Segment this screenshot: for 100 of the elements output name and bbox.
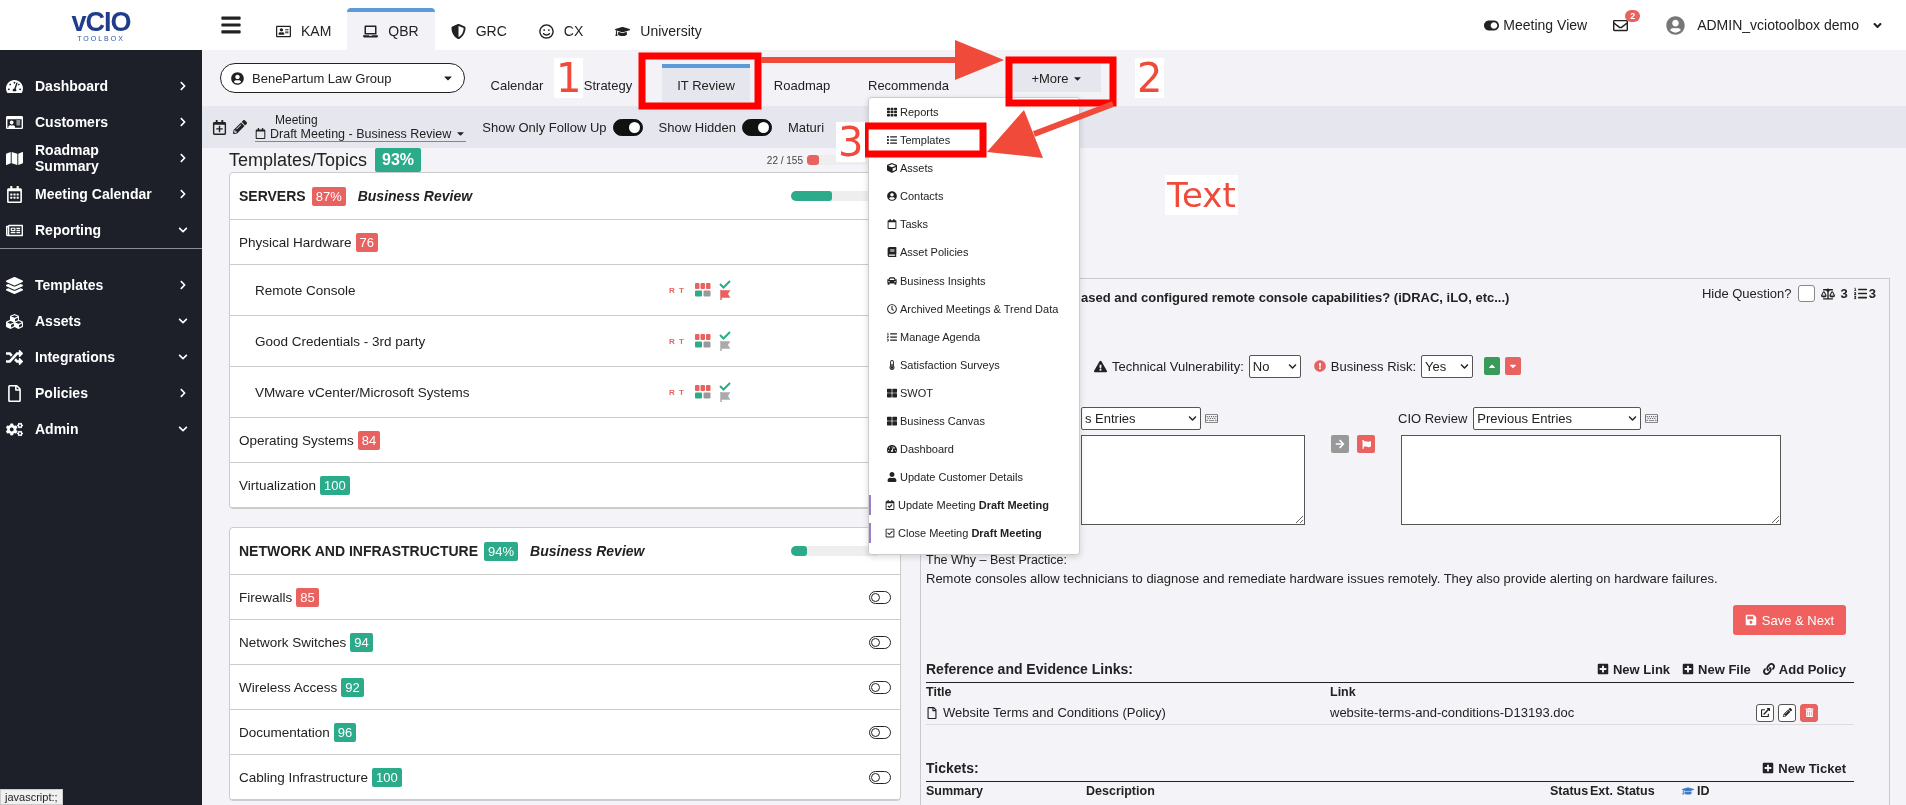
progress-count: 22 / 155	[766, 154, 803, 166]
smiley-icon	[538, 23, 554, 39]
mail-icon[interactable]	[1613, 17, 1629, 33]
risk-select[interactable]: Yes	[1421, 354, 1473, 378]
menu-item[interactable]: Assets	[869, 158, 937, 179]
toggle-switch[interactable]	[869, 680, 891, 694]
up-button[interactable]	[1484, 357, 1500, 375]
chevron-icon	[1287, 361, 1297, 371]
file-icon	[926, 706, 938, 719]
section-title: Tickets:	[926, 760, 979, 776]
edit-button[interactable]	[1778, 703, 1796, 722]
add-link[interactable]: New File	[1682, 661, 1751, 677]
entries-select[interactable]: s Entries	[1081, 406, 1201, 430]
menu-item[interactable]: Templates	[869, 130, 955, 151]
section-title: Reference and Evidence Links:	[926, 661, 1133, 677]
toggle-switch[interactable]	[869, 770, 891, 784]
checkbox-icon	[885, 528, 895, 539]
notes-field[interactable]	[1081, 435, 1305, 525]
menu-item[interactable]: Contacts	[869, 186, 948, 207]
status-bar: javascript:;	[0, 789, 63, 805]
sidebar-item[interactable]: Assets	[0, 303, 202, 339]
keyboard-icon[interactable]	[1205, 411, 1218, 425]
arrow-icon	[1335, 439, 1345, 449]
clock-icon	[887, 303, 897, 314]
toggle-switch[interactable]	[869, 725, 891, 739]
gauge-icon	[887, 444, 897, 455]
topic-row[interactable]: Documentation 96	[230, 710, 900, 755]
copy-arrow-button[interactable]	[1331, 435, 1349, 453]
keyboard-icon[interactable]	[1645, 411, 1659, 425]
hide-checkbox[interactable]	[1797, 285, 1815, 302]
calendar-check-icon	[885, 500, 895, 511]
cio-review-field[interactable]	[1401, 435, 1781, 525]
add-link[interactable]: New Link	[1597, 661, 1671, 677]
link-icon	[1762, 663, 1775, 675]
list-icon	[887, 331, 897, 342]
toggle-switch[interactable]	[612, 118, 643, 136]
id-card-icon	[276, 23, 291, 39]
sidebar-item[interactable]: Customers	[0, 104, 202, 140]
sidebar-item[interactable]: Templates	[0, 267, 202, 303]
score-badge: 87%	[311, 186, 346, 206]
module-tab[interactable]: QBR	[347, 8, 435, 50]
sidebar-item[interactable]: Reporting	[0, 212, 202, 248]
toggle-switch[interactable]	[741, 118, 772, 136]
topic-row[interactable]: Network Switches 94	[230, 620, 900, 665]
flag-button[interactable]	[1357, 435, 1375, 453]
topic-name: Virtualization	[239, 477, 317, 493]
column-header: Link	[1330, 685, 1357, 699]
notification-badge: 2	[1625, 9, 1641, 22]
module-tab[interactable]: CX	[522, 8, 600, 50]
section-tab[interactable]: Roadmap	[767, 64, 837, 102]
sidebar-item[interactable]: Admin	[0, 411, 202, 447]
save-icon	[1744, 614, 1757, 626]
topic-row[interactable]: Wireless Access 92	[230, 665, 900, 710]
module-tab[interactable]: University	[599, 8, 718, 50]
sidebar-item[interactable]: Roadmap Summary	[0, 140, 202, 176]
calendar-icon	[6, 185, 23, 203]
why-label: The Why – Best Practice:	[926, 553, 1068, 567]
user-name[interactable]: ADMIN_vciotoolbox demo	[1697, 17, 1859, 33]
menu-item[interactable]: Update Meeting Draft Meeting	[869, 495, 1053, 516]
avatar-icon[interactable]	[1666, 15, 1686, 35]
shield-icon	[450, 23, 466, 39]
layers-icon	[6, 276, 23, 294]
toggle-switch[interactable]	[869, 590, 891, 604]
sidebar-item[interactable]: Meeting Calendar	[0, 176, 202, 212]
down-button[interactable]	[1505, 357, 1521, 375]
toggle-switch[interactable]	[869, 635, 891, 649]
meeting-view-link[interactable]: Meeting View	[1503, 17, 1588, 33]
car-icon	[887, 275, 897, 286]
question-title: ased and configured remote console capabilities? (iDRAC, iLO, etc...)	[1081, 290, 1510, 305]
column-header: Summary	[926, 784, 984, 798]
calendar-add-icon[interactable]	[212, 119, 227, 135]
sidebar-item[interactable]: Dashboard	[0, 68, 202, 104]
new-ticket-link[interactable]: New Ticket	[1762, 760, 1846, 776]
menu-item[interactable]: Reports	[869, 102, 943, 122]
topic-name: Operating Systems	[239, 432, 354, 448]
column-header: Description	[1086, 784, 1156, 798]
section-tab[interactable]: Calendar	[482, 64, 552, 102]
more-button[interactable]: +More	[1013, 64, 1101, 92]
grid-icon	[887, 107, 897, 117]
thermometer-icon	[887, 359, 897, 370]
add-link[interactable]: Add Policy	[1762, 661, 1846, 677]
shuffle-icon	[6, 348, 23, 366]
vulnerability-select[interactable]: No	[1248, 354, 1301, 378]
sidebar-item[interactable]: Policies	[0, 375, 202, 411]
sidebar-item[interactable]: Integrations	[0, 339, 202, 375]
menu-item[interactable]: Close Meeting Draft Meeting	[869, 523, 1046, 544]
score-badge: 100	[320, 475, 350, 495]
meeting-select[interactable]: Draft Meeting - Business Review	[255, 126, 467, 142]
topic-row[interactable]: Firewalls 85	[230, 575, 900, 620]
customer-select[interactable]: BenePartum Law Group	[220, 63, 465, 93]
pencil-icon[interactable]	[233, 120, 247, 134]
menu-icon[interactable]	[220, 14, 242, 36]
meeting-label: Meeting	[275, 112, 319, 127]
section-tab[interactable]: IT Review	[662, 64, 750, 102]
module-tab[interactable]: GRC	[434, 8, 523, 50]
module-tab[interactable]: KAM	[260, 8, 348, 50]
scale-icon	[1820, 286, 1835, 301]
topic-row[interactable]: Cabling Infrastructure 100	[230, 755, 900, 800]
open-link-button[interactable]	[1756, 703, 1774, 722]
cio-review-select[interactable]: Previous Entries	[1473, 406, 1642, 430]
